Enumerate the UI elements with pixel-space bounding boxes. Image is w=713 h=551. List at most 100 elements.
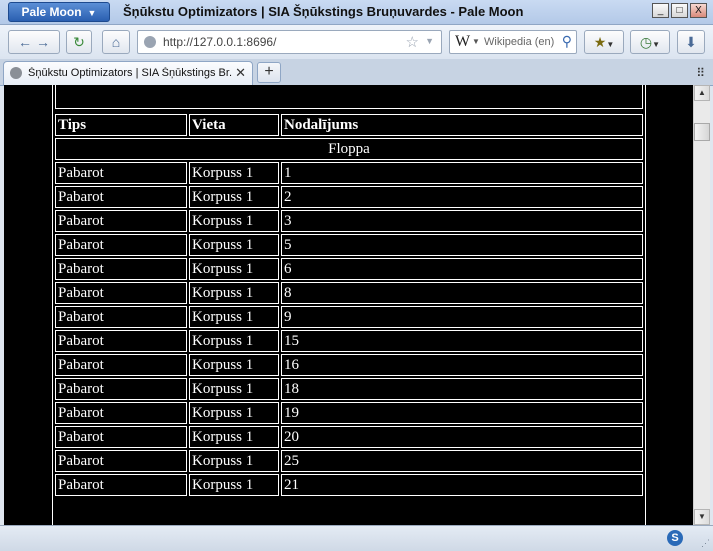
cell-vieta: Korpuss 1 — [189, 282, 279, 304]
cell-nodalijums: 1 — [281, 162, 643, 184]
table-row: Pabarot Korpuss 1 18 — [55, 378, 643, 400]
chevron-down-icon[interactable]: ▼ — [472, 37, 480, 46]
cell-nodalijums: 2 — [281, 186, 643, 208]
cell-vieta: Korpuss 1 — [189, 234, 279, 256]
cell-vieta: Korpuss 1 — [189, 186, 279, 208]
table-row: Pabarot Korpuss 1 19 — [55, 402, 643, 424]
cell-nodalijums: 15 — [281, 330, 643, 352]
group-label: Floppa — [55, 138, 643, 160]
status-bar: S ⋰ — [0, 525, 713, 551]
tab-strip: Šņūkstu Optimizators | SIA Šņūkstings Br… — [0, 59, 713, 86]
tab-active[interactable]: Šņūkstu Optimizators | SIA Šņūkstings Br… — [3, 61, 253, 85]
right-border — [645, 85, 646, 525]
cell-vieta: Korpuss 1 — [189, 330, 279, 352]
cell-tips: Pabarot — [55, 234, 187, 256]
cell-vieta: Korpuss 1 — [189, 258, 279, 280]
app-menu-label: Pale Moon — [21, 5, 82, 19]
cell-tips: Pabarot — [55, 450, 187, 472]
resize-grip-icon[interactable]: ⋰ — [701, 538, 710, 549]
addon-s-icon[interactable]: S — [667, 530, 683, 546]
history-button[interactable]: ◷▼ — [630, 30, 670, 54]
cell-vieta: Korpuss 1 — [189, 402, 279, 424]
window-controls: _ □ X — [652, 3, 707, 18]
maximize-button[interactable]: □ — [671, 3, 688, 18]
minimize-button[interactable]: _ — [652, 3, 669, 18]
table-row: Pabarot Korpuss 1 15 — [55, 330, 643, 352]
bookmarks-button[interactable]: ★▼ — [584, 30, 624, 54]
downloads-button[interactable]: ⬇ — [677, 30, 705, 54]
chevron-down-icon: ▼ — [87, 8, 97, 18]
vertical-scrollbar[interactable]: ▲ ▼ — [693, 85, 710, 525]
cell-nodalijums: 3 — [281, 210, 643, 232]
search-icon[interactable]: ⚲ — [562, 33, 572, 50]
globe-icon — [144, 36, 156, 48]
scroll-up-button[interactable]: ▲ — [694, 85, 710, 101]
cell-tips: Pabarot — [55, 426, 187, 448]
chevron-down-icon: ▼ — [652, 40, 661, 49]
favicon-icon — [10, 67, 22, 79]
cell-tips: Pabarot — [55, 258, 187, 280]
table-row: Pabarot Korpuss 18 — [55, 282, 643, 304]
table-row: Pabarot Korpuss 1 21 — [55, 474, 643, 496]
cell-nodalijums: 9 — [281, 306, 643, 328]
cell-tips: Pabarot — [55, 282, 187, 304]
column-header-tips: Tips — [55, 114, 187, 136]
reload-icon: ↻ — [73, 34, 85, 50]
scroll-down-button[interactable]: ▼ — [694, 509, 710, 525]
bookmarks-icon: ★ — [593, 34, 607, 50]
column-header-vieta: Vieta — [189, 114, 279, 136]
scrollbar-thumb[interactable] — [694, 123, 710, 141]
cell-tips: Pabarot — [55, 162, 187, 184]
search-bar[interactable]: W ▼ Wikipedia (en) ⚲ — [449, 30, 577, 54]
cell-tips: Pabarot — [55, 330, 187, 352]
new-tab-button[interactable]: + — [257, 62, 281, 83]
cell-tips: Pabarot — [55, 306, 187, 328]
table-row: Pabarot Korpuss 13 — [55, 210, 643, 232]
back-arrow-icon[interactable]: ← — [18, 34, 32, 50]
navigation-toolbar: ← → ↻ ⌂ http://127.0.0.1:8696/ ☆ ▼ W ▼ W… — [0, 25, 713, 59]
cell-tips: Pabarot — [55, 378, 187, 400]
cell-nodalijums: 20 — [281, 426, 643, 448]
cell-nodalijums: 19 — [281, 402, 643, 424]
table-row: Pabarot Korpuss 11 — [55, 162, 643, 184]
cell-vieta: Korpuss 1 — [189, 378, 279, 400]
bookmark-star-icon[interactable]: ☆ — [406, 33, 419, 51]
table-row: Pabarot Korpuss 1 20 — [55, 426, 643, 448]
page-content: Tips Vieta Nodalījums Floppa Pabarot Korp… — [4, 85, 693, 525]
close-window-button[interactable]: X — [690, 3, 707, 18]
column-header-nodalijums: Nodalījums — [281, 114, 643, 136]
tab-title: Šņūkstu Optimizators | SIA Šņūkstings Br… — [28, 67, 233, 79]
forward-arrow-icon[interactable]: → — [36, 34, 50, 50]
close-tab-icon[interactable]: ✕ — [235, 65, 246, 81]
table-row: Pabarot Korpuss 12 — [55, 186, 643, 208]
table-row: Pabarot Korpuss 16 — [55, 258, 643, 280]
back-forward-buttons[interactable]: ← → — [8, 30, 60, 54]
cell-nodalijums: 21 — [281, 474, 643, 496]
cell-nodalijums: 6 — [281, 258, 643, 280]
cell-nodalijums: 18 — [281, 378, 643, 400]
cell-tips: Pabarot — [55, 402, 187, 424]
cell-tips: Pabarot — [55, 474, 187, 496]
address-url[interactable]: http://127.0.0.1:8696/ — [163, 35, 276, 49]
table-header-row: Tips Vieta Nodalījums — [55, 114, 643, 136]
cell-vieta: Korpuss 1 — [189, 354, 279, 376]
cell-vieta: Korpuss 1 — [189, 450, 279, 472]
cell-vieta: Korpuss 1 — [189, 474, 279, 496]
table-row: Pabarot Korpuss 1 25 — [55, 450, 643, 472]
cell-tips: Pabarot — [55, 210, 187, 232]
list-all-tabs-icon[interactable]: ⠿ — [696, 66, 705, 80]
clock-icon: ◷ — [639, 34, 653, 50]
download-arrow-icon: ⬇ — [685, 34, 697, 50]
home-button[interactable]: ⌂ — [102, 30, 130, 54]
url-history-dropdown-icon[interactable]: ▼ — [425, 36, 434, 46]
wikipedia-icon[interactable]: W — [455, 33, 470, 51]
app-menu-button[interactable]: Pale Moon ▼ — [8, 2, 110, 22]
address-bar[interactable]: http://127.0.0.1:8696/ ☆ ▼ — [137, 30, 442, 54]
reload-button[interactable]: ↻ — [66, 30, 92, 54]
cell-vieta: Korpuss 1 — [189, 162, 279, 184]
header-area — [55, 85, 643, 109]
table-row: Pabarot Korpuss 19 — [55, 306, 643, 328]
cell-vieta: Korpuss 1 — [189, 210, 279, 232]
search-input[interactable]: Wikipedia (en) — [484, 36, 554, 48]
data-table: Tips Vieta Nodalījums Floppa Pabarot Korp… — [53, 112, 645, 498]
